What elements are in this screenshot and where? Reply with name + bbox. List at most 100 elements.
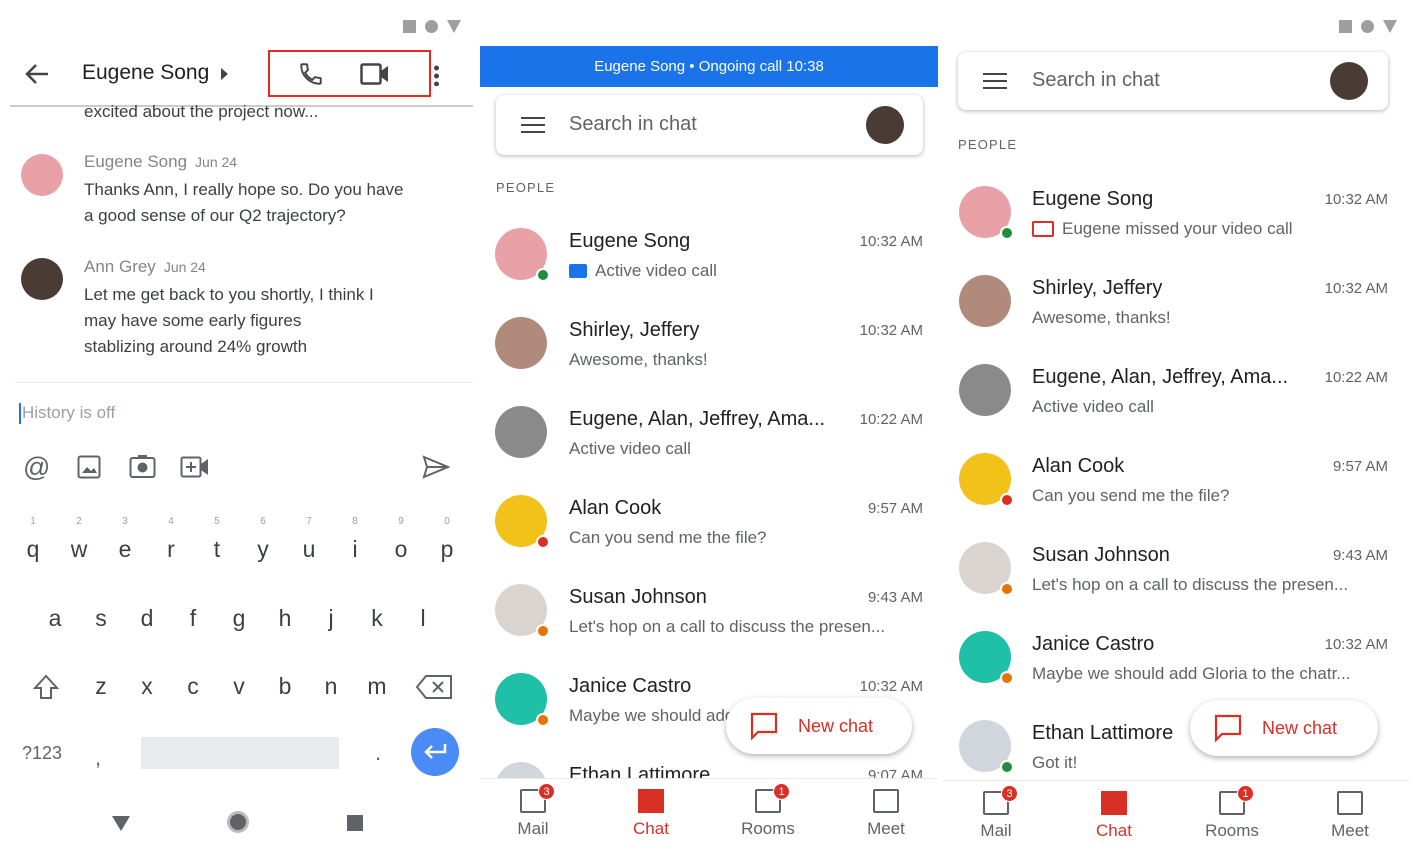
key[interactable]: c xyxy=(187,673,199,700)
key[interactable]: h xyxy=(279,605,292,632)
key[interactable]: q xyxy=(27,536,40,563)
chat-list-item[interactable] xyxy=(943,259,1420,348)
nav-back-icon[interactable] xyxy=(112,816,130,831)
search-input[interactable]: Search in chat xyxy=(1032,69,1160,92)
contact-avatar xyxy=(959,186,1014,240)
chat-list-item[interactable] xyxy=(480,390,938,479)
nav-chat[interactable]: Chat xyxy=(611,789,691,839)
key[interactable]: e xyxy=(119,536,132,563)
nav-mail[interactable]: 3 Mail xyxy=(493,783,573,839)
key[interactable]: s xyxy=(95,605,107,632)
contact-name: Susan Johnson xyxy=(1032,544,1170,566)
chat-list-item[interactable] xyxy=(943,526,1420,615)
key[interactable]: v xyxy=(233,673,245,700)
key[interactable]: o xyxy=(395,536,408,563)
video-add-icon[interactable] xyxy=(180,456,210,478)
mail-icon: 3 xyxy=(983,785,1018,815)
sender-avatar[interactable] xyxy=(21,154,63,196)
contact-name: Alan Cook xyxy=(1032,455,1125,477)
key[interactable]: d xyxy=(141,605,154,632)
account-avatar[interactable] xyxy=(866,106,904,144)
video-camera-icon[interactable] xyxy=(360,63,390,85)
key[interactable]: l xyxy=(420,605,425,632)
unread-badge: 1 xyxy=(773,783,790,800)
key[interactable]: n xyxy=(325,673,338,700)
nav-home-icon[interactable] xyxy=(227,811,249,833)
key[interactable]: u xyxy=(303,536,316,563)
nav-label: Chat xyxy=(1096,821,1132,840)
more-vert-icon[interactable] xyxy=(434,64,439,86)
search-bar[interactable]: Search in chat xyxy=(958,52,1388,110)
key[interactable]: i xyxy=(352,536,357,563)
nav-rooms[interactable]: 1 Rooms xyxy=(1192,785,1272,841)
menu-icon[interactable] xyxy=(983,73,1007,89)
message-time: 10:32 AM xyxy=(1324,636,1388,653)
new-chat-button[interactable]: New chat xyxy=(1190,700,1378,756)
camera-icon[interactable] xyxy=(129,454,156,479)
enter-key[interactable] xyxy=(411,728,459,776)
key[interactable]: x xyxy=(141,673,153,700)
chat-list-item[interactable] xyxy=(480,301,938,390)
chat-list-item[interactable] xyxy=(943,437,1420,526)
chat-list-item[interactable] xyxy=(943,170,1420,259)
image-icon[interactable] xyxy=(77,455,102,479)
nav-label: Mail xyxy=(980,821,1012,840)
key[interactable]: w xyxy=(71,536,88,563)
key[interactable]: k xyxy=(371,605,383,632)
key[interactable]: j xyxy=(328,605,333,632)
chat-list-item[interactable] xyxy=(480,212,938,301)
key[interactable]: z xyxy=(95,673,107,700)
account-avatar[interactable] xyxy=(1330,62,1368,100)
contact-name: Janice Castro xyxy=(1032,633,1155,655)
menu-icon[interactable] xyxy=(521,117,545,133)
arrow-left-icon[interactable] xyxy=(24,62,50,86)
symbols-key[interactable]: ?123 xyxy=(22,743,62,764)
status-away-icon xyxy=(536,713,550,727)
unread-badge: 3 xyxy=(1001,785,1018,802)
nav-rooms[interactable]: 1 Rooms xyxy=(728,783,808,839)
key[interactable]: a xyxy=(49,605,62,632)
phone-icon[interactable] xyxy=(298,61,324,87)
send-icon[interactable] xyxy=(422,455,450,479)
backspace-icon[interactable] xyxy=(415,674,453,700)
shift-icon[interactable] xyxy=(32,673,60,701)
search-bar[interactable]: Search in chat xyxy=(496,95,923,155)
message-header: Eugene Song Jun 24 xyxy=(84,152,237,172)
nav-mail[interactable]: 3 Mail xyxy=(956,785,1036,841)
at-icon[interactable]: @ xyxy=(23,452,50,483)
new-chat-button[interactable]: New chat xyxy=(726,698,912,754)
space-key[interactable] xyxy=(141,737,339,769)
compose-input[interactable]: History is off xyxy=(22,403,115,423)
chat-list-item[interactable] xyxy=(943,348,1420,437)
search-input[interactable]: Search in chat xyxy=(569,113,697,136)
nav-recents-icon[interactable] xyxy=(347,815,363,831)
key[interactable]: p xyxy=(441,536,454,563)
key[interactable]: y xyxy=(257,536,269,563)
key[interactable]: b xyxy=(279,673,292,700)
ongoing-call-banner[interactable]: Eugene Song • Ongoing call 10:38 xyxy=(480,46,938,87)
key[interactable]: m xyxy=(367,673,386,700)
period-key[interactable]: . xyxy=(375,740,381,766)
chat-list-item[interactable] xyxy=(480,479,938,568)
nav-chat[interactable]: Chat xyxy=(1074,791,1154,841)
status-busy-icon xyxy=(1000,493,1014,507)
comma-key[interactable]: , xyxy=(95,745,101,771)
key[interactable]: f xyxy=(190,605,196,632)
key[interactable]: t xyxy=(214,536,220,563)
caret-right-icon[interactable] xyxy=(221,68,228,80)
key[interactable]: r xyxy=(167,536,175,563)
nav-meet[interactable]: Meet xyxy=(1310,791,1390,841)
status-away-icon xyxy=(1000,582,1014,596)
contact-name: Eugene Song xyxy=(569,230,691,252)
chat-outline-icon xyxy=(1214,714,1242,742)
conversation-title[interactable]: Eugene Song xyxy=(82,61,209,85)
message-time: 9:57 AM xyxy=(1332,458,1388,475)
chat-list-item[interactable] xyxy=(480,568,938,657)
nav-meet[interactable]: Meet xyxy=(846,789,926,839)
sender-avatar[interactable] xyxy=(21,258,63,300)
message-preview: Let's hop on a call to discuss the prese… xyxy=(569,617,885,637)
chat-list-item[interactable] xyxy=(943,615,1420,704)
chat-icon xyxy=(638,789,664,813)
contact-name: Shirley, Jeffery xyxy=(1032,277,1163,299)
key[interactable]: g xyxy=(233,605,246,632)
